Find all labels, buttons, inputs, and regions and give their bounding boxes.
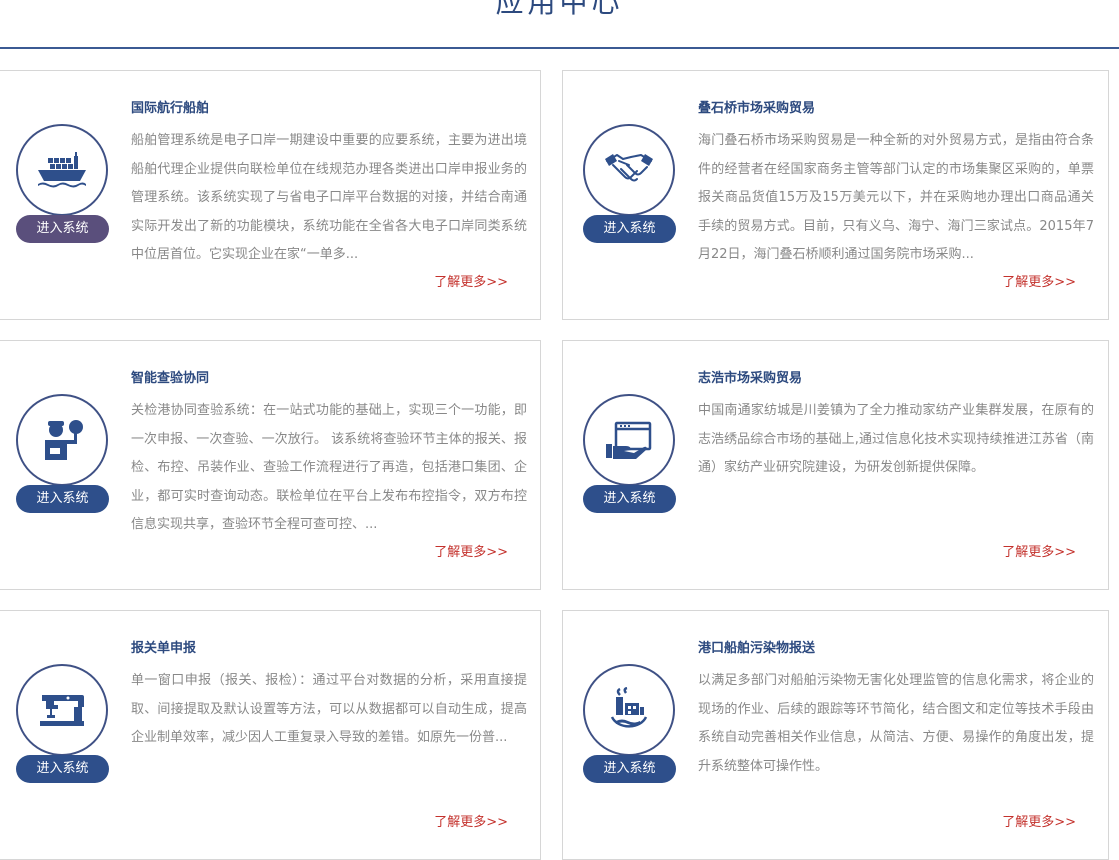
enter-system-button[interactable]: 进入系统: [583, 755, 676, 783]
card-title: 港口船舶污染物报送: [698, 641, 816, 656]
learn-more-link[interactable]: 了解更多>>: [434, 541, 508, 560]
app-card-smart-inspection: 进入系统 智能查验协同 关检港协同查验系统：在一站式功能的基础上，实现三个一功能…: [0, 340, 541, 590]
app-card-customs-declaration: 进入系统 报关单申报 单一窗口申报（报关、报检）：通过平台对数据的分析，采用直接…: [0, 610, 541, 860]
card-title: 报关单申报: [131, 641, 197, 656]
inspector-icon: [45, 420, 83, 460]
learn-more-link[interactable]: 了解更多>>: [434, 811, 508, 830]
inspector-icon-circle: [16, 394, 108, 486]
learn-more-link[interactable]: 了解更多>>: [1002, 811, 1076, 830]
sewing-machine-icon: [40, 695, 84, 726]
enter-system-button[interactable]: 进入系统: [583, 215, 676, 243]
sewing-machine-icon-circle: [16, 664, 108, 756]
card-description: 以满足多部门对船舶污染物无害化处理监管的信息化需求，将企业的现场的作业、后续的跟…: [698, 673, 1094, 774]
learn-more-link[interactable]: 了解更多>>: [1002, 541, 1076, 560]
web-hand-icon-circle: [583, 394, 675, 486]
title-divider: [0, 47, 1119, 49]
enter-system-button[interactable]: 进入系统: [16, 755, 109, 783]
card-title: 智能查验协同: [131, 371, 210, 386]
card-description: 船舶管理系统是电子口岸一期建设中重要的应要系统，主要为进出境船舶代理企业提供向联…: [131, 133, 527, 263]
card-description: 中国南通家纺城是川姜镇为了全力推动家纺产业集群发展，在原有的志浩绣品综合市场的基…: [698, 403, 1094, 476]
web-hand-icon: [606, 421, 652, 459]
enter-system-button[interactable]: 进入系统: [16, 485, 109, 513]
enter-system-button[interactable]: 进入系统: [16, 215, 109, 243]
card-description: 海门叠石桥市场采购贸易是一种全新的对外贸易方式，是指由符合条件的经营者在经国家商…: [698, 133, 1094, 263]
enter-system-button[interactable]: 进入系统: [583, 485, 676, 513]
card-title: 志浩市场采购贸易: [698, 371, 803, 386]
page-title: 应用中心: [495, 0, 624, 19]
learn-more-link[interactable]: 了解更多>>: [434, 271, 508, 290]
app-card-dieshiqiao-market: 进入系统 叠石桥市场采购贸易 海门叠石桥市场采购贸易是一种全新的对外贸易方式，是…: [562, 70, 1109, 320]
card-description: 关检港协同查验系统：在一站式功能的基础上，实现三个一功能，即一次申报、一次查验、…: [131, 403, 527, 533]
app-card-zhihao-market: 进入系统 志浩市场采购贸易 中国南通家纺城是川姜镇为了全力推动家纺产业集群发展，…: [562, 340, 1109, 590]
card-title: 国际航行船舶: [131, 101, 210, 116]
card-description: 单一窗口申报（报关、报检）：通过平台对数据的分析，采用直接提取、间接提取及默认设…: [131, 673, 527, 746]
app-card-international-ships: 进入系统 国际航行船舶 船舶管理系统是电子口岸一期建设中重要的应要系统，主要为进…: [0, 70, 541, 320]
app-card-ship-pollutant-report: 进入系统 港口船舶污染物报送 以满足多部门对船舶污染物无害化处理监管的信息化需求…: [562, 610, 1109, 860]
pollution-icon-circle: [583, 664, 675, 756]
card-title: 叠石桥市场采购贸易: [698, 101, 816, 116]
handshake-icon: [605, 154, 653, 182]
pollution-icon: [610, 687, 648, 728]
handshake-icon-circle: [583, 124, 675, 216]
learn-more-link[interactable]: 了解更多>>: [1002, 271, 1076, 290]
ship-icon-circle: [16, 124, 108, 216]
ship-icon: [38, 152, 86, 188]
